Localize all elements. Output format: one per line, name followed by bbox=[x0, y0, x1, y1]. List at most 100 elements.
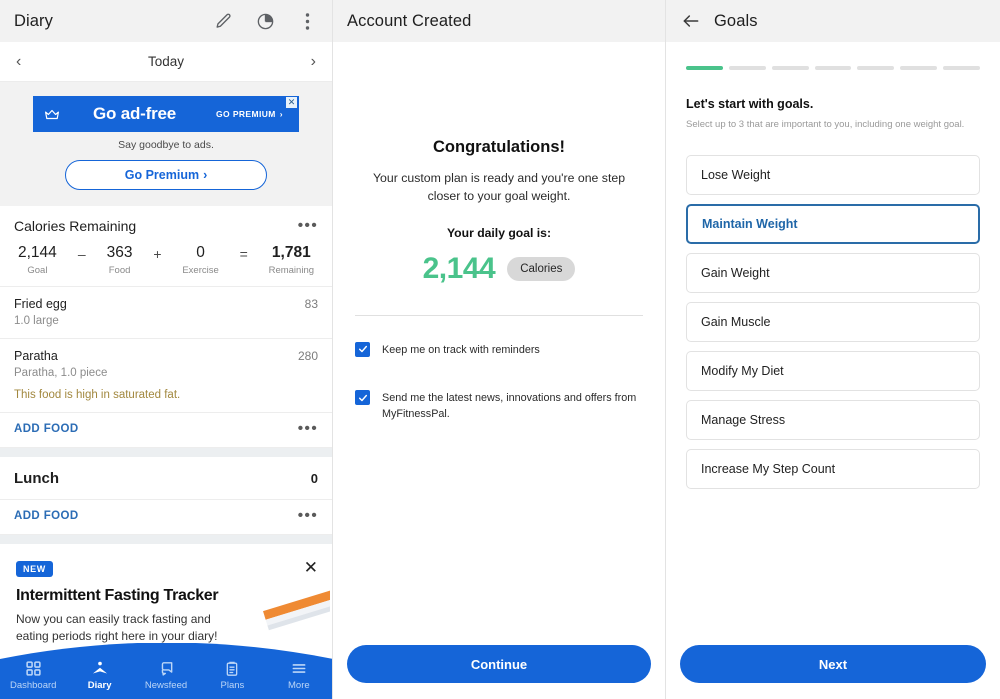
goals-appbar: Goals bbox=[666, 0, 1000, 42]
goals-screen: Goals Let's start with goals. Select up … bbox=[666, 0, 1000, 699]
close-ad-icon[interactable]: ✕ bbox=[286, 97, 297, 108]
ad-cta-label: GO PREMIUM bbox=[216, 109, 276, 119]
daily-goal-unit: Calories bbox=[507, 257, 575, 281]
divider bbox=[355, 315, 643, 316]
calories-header: Calories Remaining ••• bbox=[14, 218, 318, 234]
goal-option-gain-weight[interactable]: Gain Weight bbox=[686, 253, 980, 293]
nav-item-more[interactable]: More bbox=[266, 660, 332, 691]
calories-title: Calories Remaining bbox=[14, 218, 298, 234]
goal-option-maintain-weight[interactable]: Maintain Weight bbox=[686, 204, 980, 244]
nav-label: Dashboard bbox=[10, 680, 56, 691]
newsletter-checkbox-label: Send me the latest news, innovations and… bbox=[382, 390, 643, 422]
new-badge: NEW bbox=[16, 561, 53, 577]
nav-label: Diary bbox=[88, 680, 112, 691]
newsletter-checkbox-row[interactable]: Send me the latest news, innovations and… bbox=[355, 390, 643, 422]
three-panel-screenshot: Diary ‹ Today › bbox=[0, 0, 1000, 699]
add-food-button[interactable]: ADD FOOD bbox=[14, 423, 298, 435]
next-button[interactable]: Next bbox=[680, 645, 986, 683]
calories-remaining: 1,781 Remaining bbox=[269, 244, 314, 276]
clipboard-icon bbox=[224, 660, 240, 677]
ad-zone: Go ad-free GO PREMIUM › ✕ Say goodbye to… bbox=[0, 82, 332, 206]
meal-header-lunch[interactable]: Lunch 0 bbox=[0, 457, 332, 500]
reminders-checkbox-label: Keep me on track with reminders bbox=[382, 342, 540, 358]
calories-food-label: Food bbox=[107, 265, 133, 276]
pie-chart-icon[interactable] bbox=[254, 10, 276, 32]
operator-plus: + bbox=[133, 244, 183, 262]
page-title: Account Created bbox=[347, 12, 471, 31]
calories-exercise-label: Exercise bbox=[182, 265, 218, 276]
nav-item-dashboard[interactable]: Dashboard bbox=[0, 660, 66, 691]
calories-goal: 2,144 Goal bbox=[18, 244, 57, 276]
goal-option-increase-my-step-count[interactable]: Increase My Step Count bbox=[686, 449, 980, 489]
next-day-button[interactable]: › bbox=[298, 53, 316, 71]
meal-calories: 0 bbox=[311, 471, 318, 486]
page-title: Goals bbox=[714, 12, 758, 31]
account-created-body: Congratulations! Your custom plan is rea… bbox=[333, 138, 665, 422]
day-navigator: ‹ Today › bbox=[0, 42, 332, 82]
calories-food: 363 Food bbox=[107, 244, 133, 276]
nav-item-diary[interactable]: Diary bbox=[66, 660, 132, 691]
previous-day-button[interactable]: ‹ bbox=[16, 53, 34, 71]
calories-equation: 2,144 Goal – 363 Food + 0 Exercise = 1,7… bbox=[14, 244, 318, 276]
nav-item-plans[interactable]: Plans bbox=[199, 660, 265, 691]
continue-button[interactable]: Continue bbox=[347, 645, 651, 683]
chevron-right-icon: › bbox=[203, 168, 207, 182]
goals-subheading: Select up to 3 that are important to you… bbox=[686, 119, 980, 130]
goal-option-lose-weight[interactable]: Lose Weight bbox=[686, 155, 980, 195]
promo-content: NEW Intermittent Fasting Tracker Now you… bbox=[0, 545, 332, 646]
progress-segment bbox=[900, 66, 937, 70]
diary-screen: Diary ‹ Today › bbox=[0, 0, 333, 699]
arrow-left-icon[interactable] bbox=[680, 10, 702, 32]
goal-option-modify-my-diet[interactable]: Modify My Diet bbox=[686, 351, 980, 391]
food-name: Paratha bbox=[14, 349, 298, 363]
add-food-button[interactable]: ADD FOOD bbox=[14, 510, 298, 522]
food-warning: This food is high in saturated fat. bbox=[14, 389, 318, 401]
goal-option-manage-stress[interactable]: Manage Stress bbox=[686, 400, 980, 440]
chat-icon bbox=[157, 660, 175, 677]
food-calories: 280 bbox=[298, 349, 318, 363]
daily-goal-value: 2,144 bbox=[423, 252, 496, 286]
add-food-menu-icon[interactable]: ••• bbox=[298, 511, 318, 521]
goals-heading: Let's start with goals. bbox=[686, 97, 980, 111]
add-food-menu-icon[interactable]: ••• bbox=[298, 424, 318, 434]
add-food-row-lunch: ADD FOOD ••• bbox=[0, 500, 332, 535]
chevron-right-icon: › bbox=[280, 109, 283, 119]
food-entry-row[interactable]: Paratha 280 Paratha, 1.0 piece This food… bbox=[0, 339, 332, 413]
checkbox-checked-icon[interactable] bbox=[355, 342, 370, 357]
progress-segment bbox=[943, 66, 980, 70]
food-entry-row[interactable]: Fried egg 83 1.0 large bbox=[0, 287, 332, 339]
progress-segment bbox=[815, 66, 852, 70]
more-vertical-icon[interactable] bbox=[296, 10, 318, 32]
diary-appbar: Diary bbox=[0, 0, 332, 42]
goal-options-list: Lose Weight Maintain Weight Gain Weight … bbox=[686, 155, 980, 489]
nav-item-newsfeed[interactable]: Newsfeed bbox=[133, 660, 199, 691]
go-ad-free-banner[interactable]: Go ad-free GO PREMIUM › ✕ bbox=[33, 96, 299, 132]
hamburger-icon bbox=[290, 660, 308, 677]
nav-label: Plans bbox=[221, 680, 245, 691]
go-premium-button[interactable]: Go Premium › bbox=[65, 160, 267, 190]
bottom-nav-items: Dashboard Diary Newsfeed Plans bbox=[0, 651, 332, 699]
ad-cta[interactable]: GO PREMIUM › bbox=[216, 109, 283, 119]
current-day-label[interactable]: Today bbox=[34, 54, 298, 69]
calories-remaining-value: 1,781 bbox=[269, 244, 314, 262]
daily-goal-row: 2,144 Calories bbox=[355, 252, 643, 286]
checkbox-checked-icon[interactable] bbox=[355, 390, 370, 405]
add-food-row: ADD FOOD ••• bbox=[0, 413, 332, 448]
food-entry-line: Paratha 280 bbox=[14, 349, 318, 363]
calories-goal-label: Goal bbox=[18, 265, 57, 276]
calories-menu-icon[interactable]: ••• bbox=[298, 221, 318, 231]
calories-remaining-label: Remaining bbox=[269, 265, 314, 276]
account-created-screen: Account Created Congratulations! Your cu… bbox=[333, 0, 666, 699]
pencil-icon[interactable] bbox=[212, 10, 234, 32]
fasting-tracker-promo[interactable]: ✕ NEW Intermittent Fasting Tracker Now y… bbox=[0, 545, 332, 699]
progress-segment bbox=[729, 66, 766, 70]
goal-option-gain-muscle[interactable]: Gain Muscle bbox=[686, 302, 980, 342]
food-serving: 1.0 large bbox=[14, 315, 318, 327]
close-icon[interactable]: ✕ bbox=[304, 559, 318, 576]
page-title: Diary bbox=[14, 12, 53, 31]
reminders-checkbox-row[interactable]: Keep me on track with reminders bbox=[355, 342, 643, 358]
ad-title: Go ad-free bbox=[53, 104, 216, 124]
ad-subtitle: Say goodbye to ads. bbox=[0, 139, 332, 151]
book-icon bbox=[91, 660, 109, 677]
diary-appbar-actions bbox=[212, 10, 318, 32]
